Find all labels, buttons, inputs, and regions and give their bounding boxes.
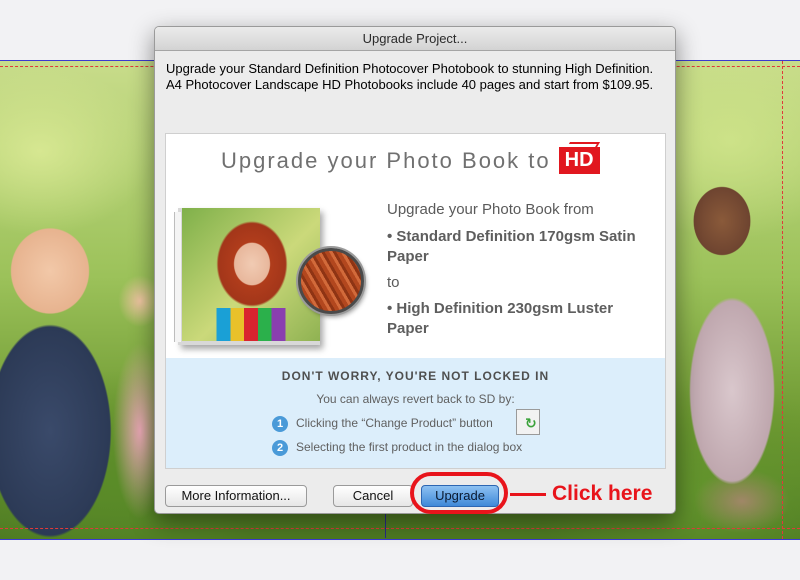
to-word: to: [387, 274, 400, 291]
intro-text: Upgrade your Standard Definition Photoco…: [166, 61, 666, 93]
cancel-button[interactable]: Cancel: [333, 485, 413, 507]
magnifier-icon: [298, 248, 364, 314]
step-text-1: Clicking the “Change Product” button: [296, 416, 493, 430]
notice-title: DON'T WORRY, YOU'RE NOT LOCKED IN: [281, 369, 550, 383]
annotation-circle: [410, 472, 508, 514]
step-text-2: Selecting the first product in the dialo…: [296, 440, 523, 454]
from-line: Upgrade your Photo Book from: [387, 201, 594, 218]
promo-heading: Upgrade your Photo Book to HD: [221, 147, 600, 176]
promo-heading-text: Upgrade your Photo Book to: [221, 148, 551, 173]
dialog-title: Upgrade Project...: [155, 27, 675, 51]
step-item-1: 1 Clicking the “Change Product” button: [272, 414, 493, 432]
option-hd: • High Definition 230gsm Luster Paper: [387, 300, 614, 337]
bleed-guide-right: [782, 61, 783, 539]
upgrade-description: Upgrade your Photo Book from • Standard …: [387, 200, 647, 339]
annotation-pointer: [510, 493, 546, 496]
intro-line-1: Upgrade your Standard Definition Photoco…: [166, 61, 654, 76]
intro-line-2: A4 Photocover Landscape HD Photobooks in…: [166, 77, 654, 92]
bleed-guide-bottom: [0, 528, 800, 529]
book-spine: [174, 212, 181, 342]
not-locked-notice: DON'T WORRY, YOU'RE NOT LOCKED IN You ca…: [166, 358, 665, 468]
promo-panel: Upgrade your Photo Book to HD Upgrade you…: [165, 133, 666, 469]
more-information-button[interactable]: More Information...: [165, 485, 307, 507]
hd-badge: HD: [558, 147, 600, 174]
photobook-illustration: [174, 208, 364, 345]
photo-child-right: [672, 161, 792, 539]
upgrade-project-dialog: Upgrade Project... Upgrade your Standard…: [154, 26, 676, 514]
numbered-circle-icon: 2: [272, 440, 288, 456]
step-item-2: 2 Selecting the first product in the dial…: [272, 438, 522, 456]
change-product-icon: [516, 409, 540, 435]
numbered-circle-icon: 1: [272, 416, 288, 432]
annotation-label: Click here: [552, 482, 653, 505]
notice-subtitle: You can always revert back to SD by:: [316, 392, 515, 406]
option-sd: • Standard Definition 170gsm Satin Paper: [387, 228, 636, 265]
